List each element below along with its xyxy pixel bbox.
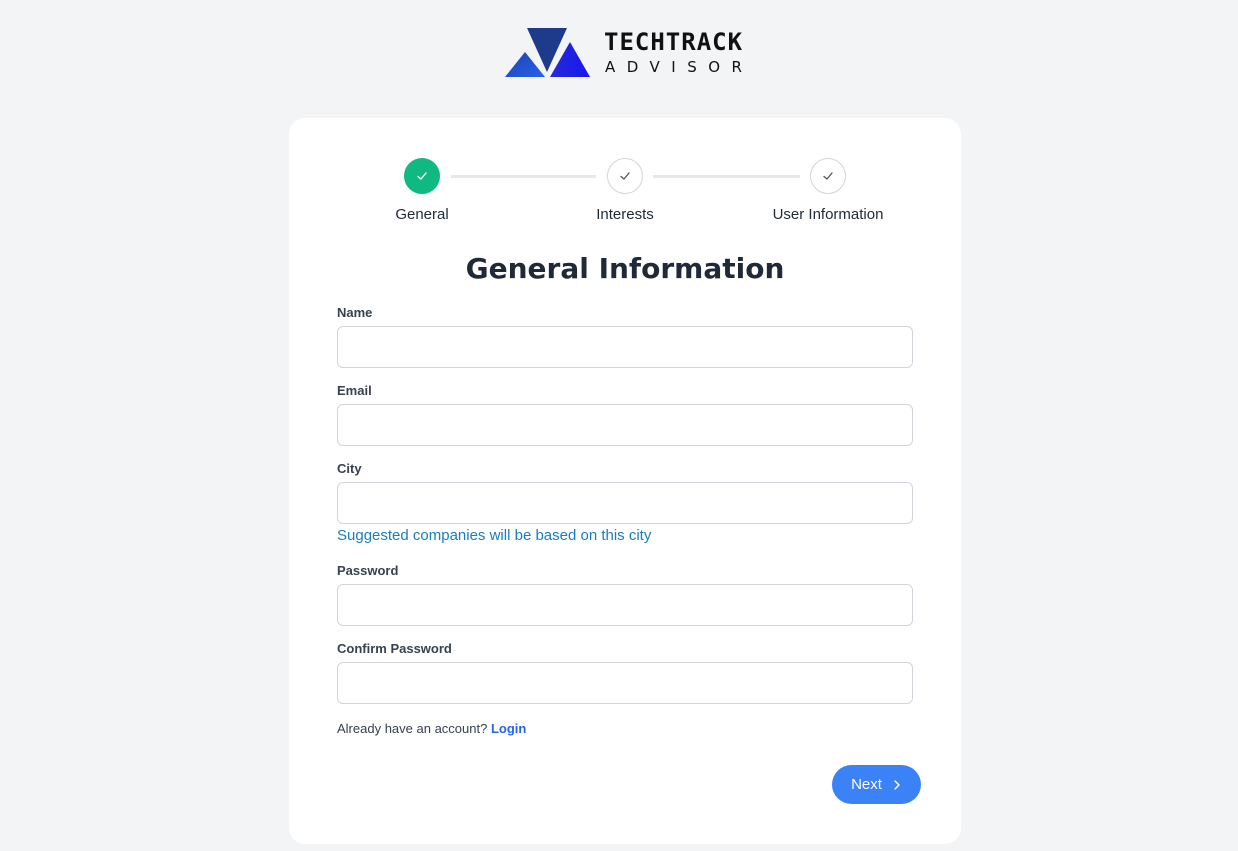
step-label-general: General [395, 206, 449, 223]
city-hint: Suggested companies will be based on thi… [337, 527, 652, 544]
name-input[interactable] [337, 326, 913, 368]
brand-name-line1: TECHTRACK [604, 28, 744, 56]
step-label-user-information: User Information [772, 206, 884, 223]
login-link[interactable]: Login [491, 721, 526, 736]
step-connector [451, 175, 596, 178]
brand-name-line2: ADVISOR [605, 58, 754, 76]
form-title: General Information [465, 252, 785, 285]
brand-logo: TECHTRACK ADVISOR [505, 26, 750, 80]
next-button-label: Next [851, 776, 882, 793]
city-input[interactable] [337, 482, 913, 524]
step-interests-circle [607, 158, 643, 194]
account-prompt-text: Already have an account? [337, 721, 488, 736]
check-icon [620, 172, 630, 180]
step-user-info-circle [810, 158, 846, 194]
signup-card: General Interests User Information Gener… [289, 118, 961, 844]
password-input[interactable] [337, 584, 913, 626]
account-prompt: Already have an account? Login [337, 721, 526, 736]
confirm-password-input[interactable] [337, 662, 913, 704]
check-icon [417, 172, 427, 180]
next-button[interactable]: Next [832, 765, 921, 804]
step-general-circle [404, 158, 440, 194]
logo-mark-icon [505, 28, 590, 77]
check-icon [823, 172, 833, 180]
confirm-password-label: Confirm Password [337, 641, 452, 656]
email-input[interactable] [337, 404, 913, 446]
name-label: Name [337, 305, 373, 320]
email-label: Email [337, 383, 372, 398]
city-label: City [337, 461, 362, 476]
chevron-right-icon [894, 779, 900, 790]
step-label-interests: Interests [596, 206, 654, 223]
step-connector [653, 175, 800, 178]
password-label: Password [337, 563, 399, 578]
